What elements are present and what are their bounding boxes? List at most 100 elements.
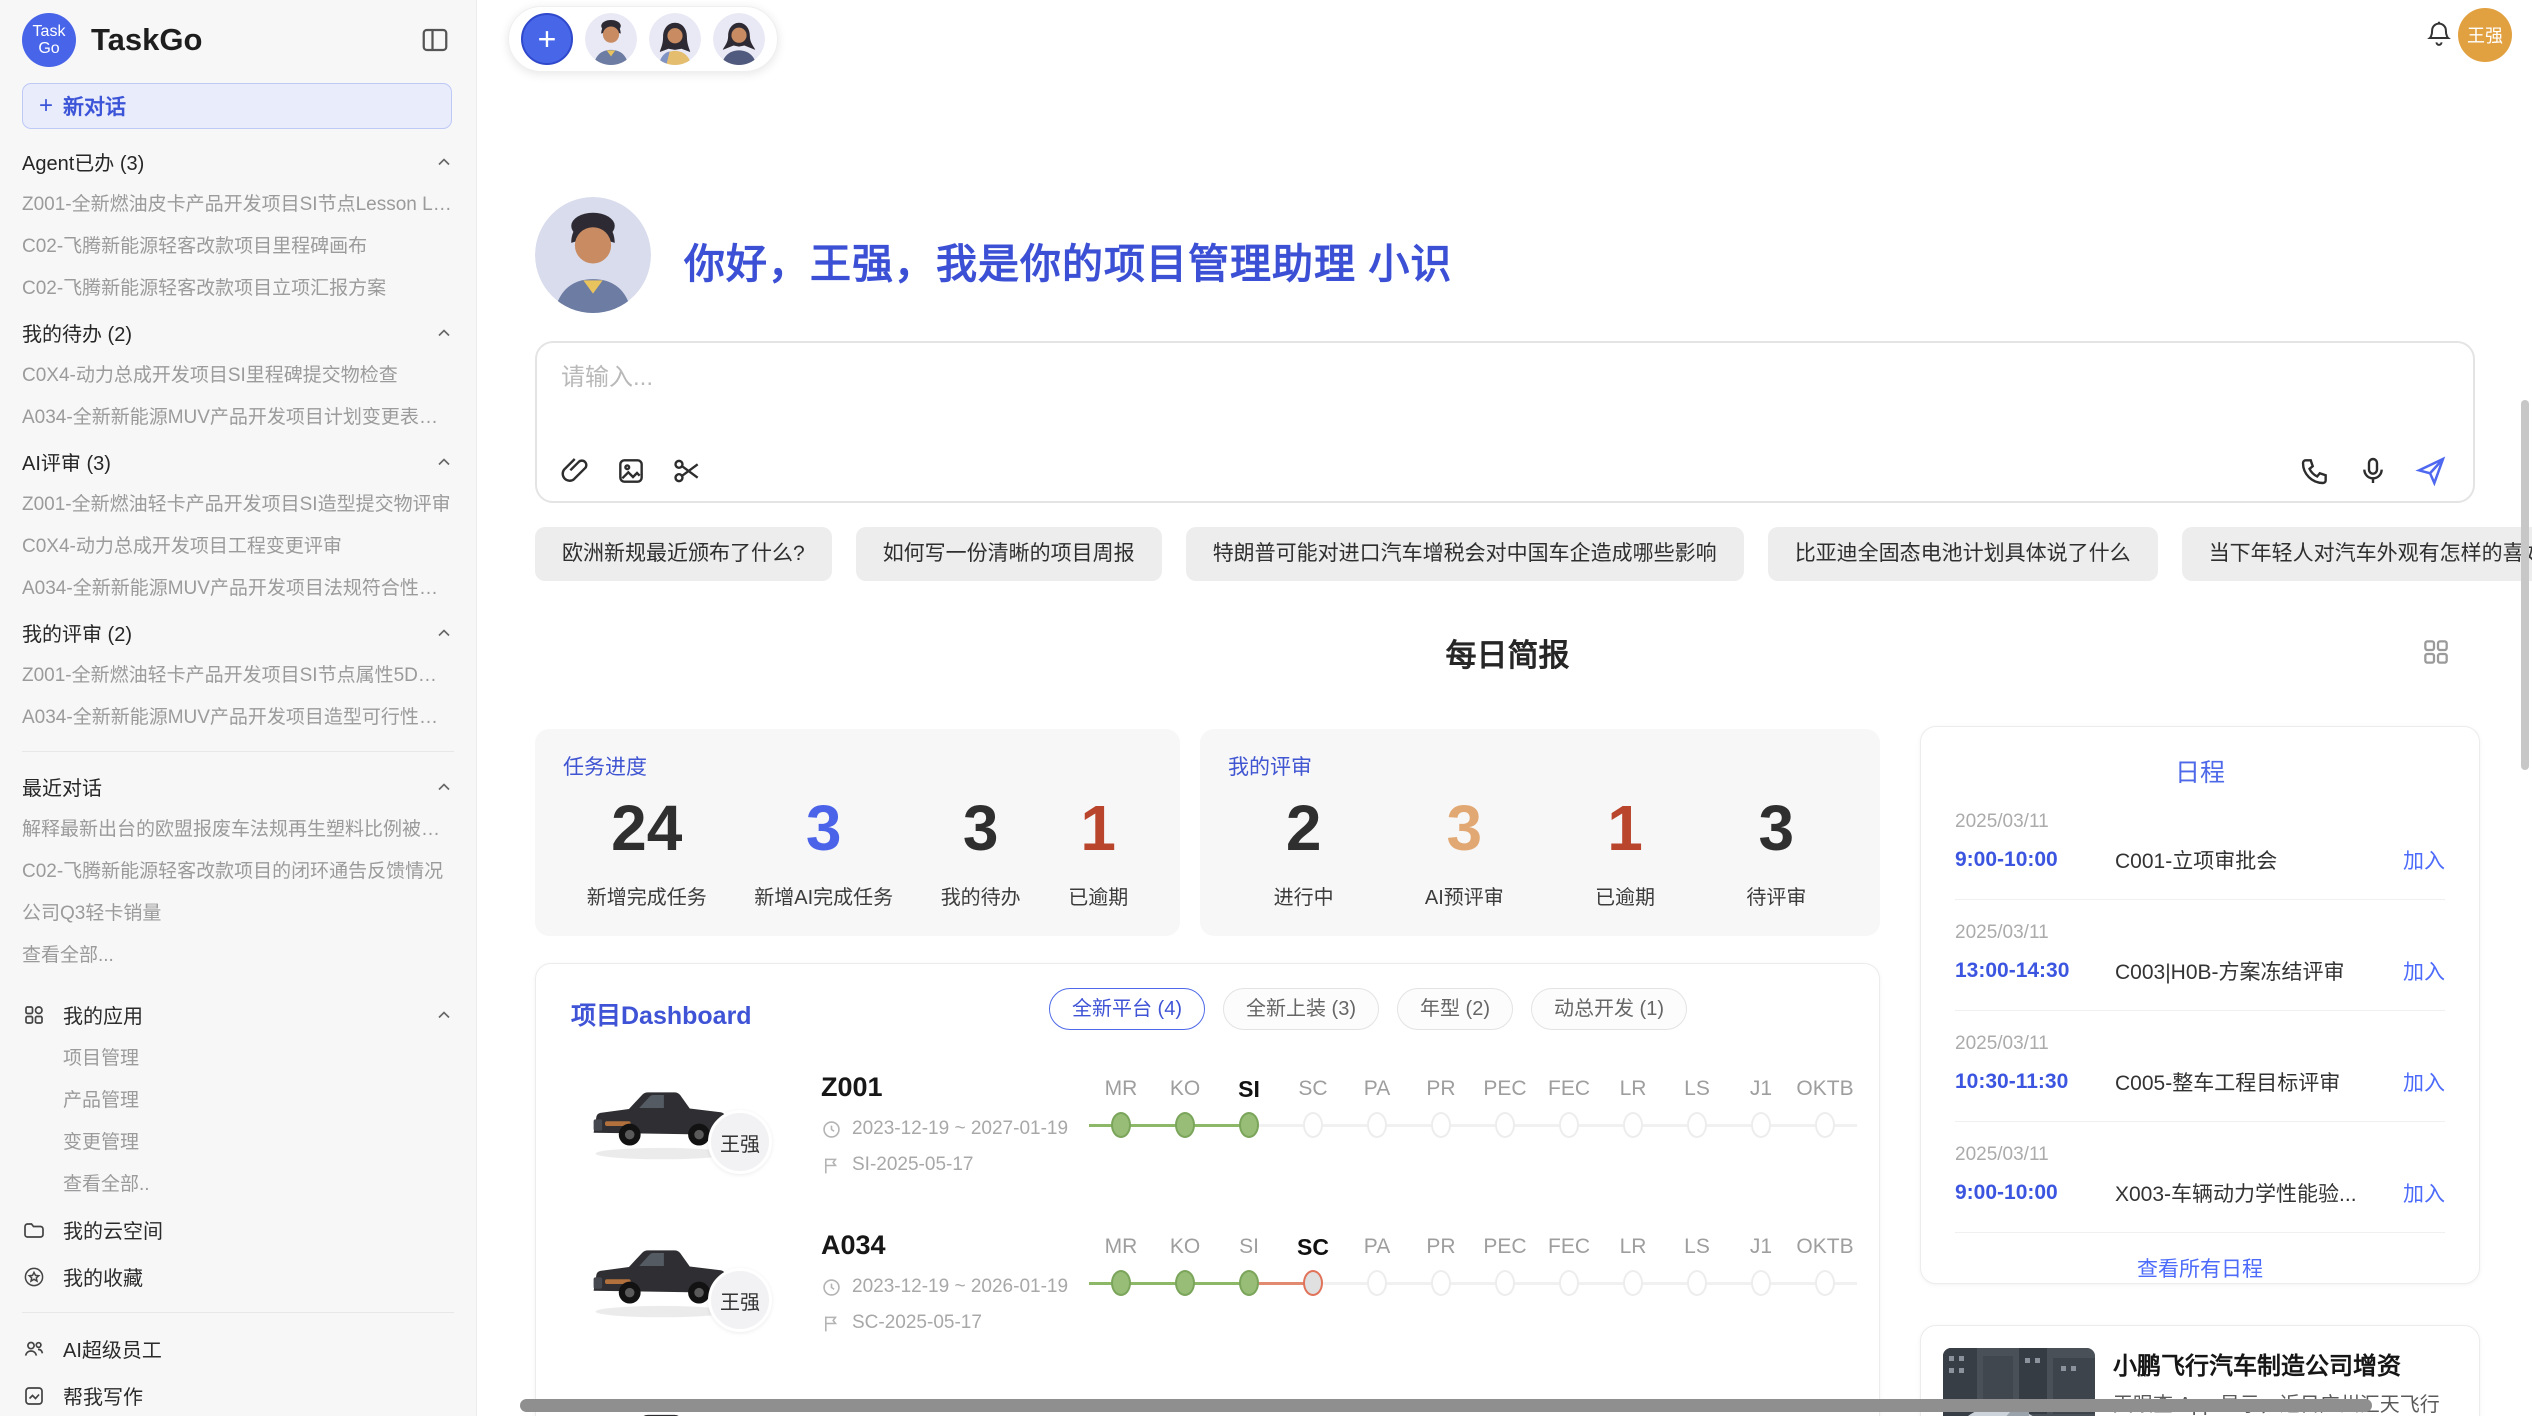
scissors-icon[interactable]	[671, 455, 703, 487]
section-header[interactable]: 我的待办 (2)	[22, 310, 454, 355]
agent-avatar-2[interactable]	[649, 13, 701, 65]
sidebar-item-help-write[interactable]: 帮我写作	[22, 1372, 454, 1416]
add-agent-button[interactable]: +	[521, 13, 573, 65]
recent-chat-item[interactable]: 解释最新出台的欧盟报废车法规再生塑料比例被调至15%...	[22, 809, 454, 851]
sidebar-task-item[interactable]: A034-全新新能源MUV产品开发项目计划变更表编写	[22, 397, 454, 439]
section-items: Z001-全新燃油轻卡产品开发项目SI节点属性5D文件评审A034-全新新能源M…	[22, 655, 454, 739]
microphone-icon[interactable]	[2357, 455, 2389, 487]
stat-row: 24 新增完成任务 3 新增AI完成任务 3 我的待办	[563, 791, 1152, 910]
app-item[interactable]: 查看全部..	[63, 1164, 454, 1206]
suggestion-chip[interactable]: 如何写一份清晰的项目周报	[856, 527, 1162, 581]
schedule-event-title: C005-整车工程目标评审	[2115, 1067, 2403, 1097]
milestone-node	[1217, 1268, 1281, 1298]
help-write-label: 帮我写作	[63, 1381, 454, 1410]
sidebar-task-item[interactable]: Z001-全新燃油轻卡产品开发项目SI造型提交物评审	[22, 484, 454, 526]
milestone: J1	[1729, 1072, 1793, 1140]
suggestion-chip[interactable]: 欧洲新规最近颁布了什么?	[535, 527, 832, 581]
schedule-time: 13:00-14:30	[1955, 959, 2115, 983]
plus-icon: +	[39, 92, 53, 120]
phone-call-icon[interactable]	[2299, 455, 2331, 487]
project-flag-milestone: SC-2025-05-17	[852, 1312, 982, 1334]
stat-card: 任务进度 24 新增完成任务 3 新增AI完成任务	[535, 729, 1180, 936]
stat-label: 进行中	[1274, 881, 1334, 910]
recent-chat-item[interactable]: C02-飞腾新能源轻客改款项目的闭环通告反馈情况	[22, 851, 454, 893]
collapse-sidebar-icon[interactable]	[420, 25, 450, 55]
milestone-node	[1729, 1268, 1793, 1298]
recent-chat-item[interactable]: 公司Q3轻卡销量	[22, 893, 454, 935]
schedule-date: 2025/03/11	[1955, 922, 2445, 944]
sidebar-task-item[interactable]: C0X4-动力总成开发项目SI里程碑提交物检查	[22, 355, 454, 397]
stat-row: 2 进行中 3 AI预评审 1 已逾期	[1228, 791, 1852, 910]
milestone-label: KO	[1153, 1230, 1217, 1268]
new-chat-button[interactable]: + 新对话	[22, 83, 452, 129]
project-list: 王强 Z001 2023-12-19 ~ 2027-01-19 SI-2025-	[536, 1064, 1879, 1380]
app: Task Go TaskGo + 新对话 Agent已办 (3)	[0, 0, 2532, 1416]
app-item[interactable]: 产品管理	[63, 1080, 454, 1122]
recent-chats-header[interactable]: 最近对话	[22, 764, 454, 809]
app-item[interactable]: 项目管理	[63, 1038, 454, 1080]
section-items: Z001-全新燃油轻卡产品开发项目SI造型提交物评审C0X4-动力总成开发项目工…	[22, 484, 454, 610]
agent-avatar-1[interactable]	[585, 13, 637, 65]
sidebar-task-item[interactable]: Z001-全新燃油轻卡产品开发项目SI节点属性5D文件评审	[22, 655, 454, 697]
recent-chats-title: 最近对话	[22, 772, 434, 801]
milestone-label: SC	[1281, 1072, 1345, 1110]
my-apps-header[interactable]: 我的应用	[22, 991, 454, 1038]
sidebar-task-item[interactable]: C02-飞腾新能源轻客改款项目里程碑画布	[22, 226, 454, 268]
section-header[interactable]: 我的评审 (2)	[22, 610, 454, 655]
dashboard-tab[interactable]: 全新平台 (4)	[1049, 988, 1205, 1030]
sidebar-task-item[interactable]: A034-全新新能源MUV产品开发项目法规符合性评审	[22, 568, 454, 610]
section-header[interactable]: AI评审 (3)	[22, 439, 454, 484]
app-item[interactable]: 变更管理	[63, 1122, 454, 1164]
suggestion-chip[interactable]: 特朗普可能对进口汽车增税会对中国车企造成哪些影响	[1186, 527, 1744, 581]
sidebar-task-item[interactable]: A034-全新新能源MUV产品开发项目造型可行性评审	[22, 697, 454, 739]
milestone-dot	[1623, 1112, 1643, 1138]
stat-label: AI预评审	[1425, 881, 1504, 910]
horizontal-scrollbar[interactable]	[520, 1399, 2372, 1412]
milestone-dot	[1431, 1112, 1451, 1138]
layout-grid-icon[interactable]	[2420, 636, 2452, 668]
join-link[interactable]: 加入	[2403, 1178, 2445, 1208]
sidebar-item-ai-staff[interactable]: AI超级员工	[22, 1325, 454, 1372]
dashboard-tab[interactable]: 全新上装 (3)	[1223, 988, 1379, 1030]
user-avatar[interactable]: 王强	[2458, 8, 2512, 62]
view-all-schedule-link[interactable]: 查看所有日程	[1921, 1253, 2479, 1283]
milestone-label: FEC	[1537, 1072, 1601, 1110]
sidebar-task-item[interactable]: Z001-全新燃油皮卡产品开发项目SI节点Lesson Learn报告	[22, 184, 454, 226]
join-link[interactable]: 加入	[2403, 956, 2445, 986]
recent-chat-item[interactable]: 查看全部...	[22, 935, 454, 977]
suggestion-chip[interactable]: 当下年轻人对汽车外观有怎样的喜好趋势	[2182, 527, 2532, 581]
stat-value: 3	[1746, 791, 1806, 865]
section-header[interactable]: Agent已办 (3)	[22, 139, 454, 184]
sidebar-task-item[interactable]: C0X4-动力总成开发项目工程变更评审	[22, 526, 454, 568]
sidebar-task-item[interactable]: C02-飞腾新能源轻客改款项目立项汇报方案	[22, 268, 454, 310]
milestone-label: PA	[1345, 1072, 1409, 1110]
dashboard-tab[interactable]: 年型 (2)	[1397, 988, 1513, 1030]
stat-label: 待评审	[1746, 881, 1806, 910]
image-icon[interactable]	[615, 455, 647, 487]
project-flag-row: SI-2025-05-17	[821, 1154, 973, 1176]
agent-avatar-3[interactable]	[713, 13, 765, 65]
project-row[interactable]: 王强 A034 2023-12-19 ~ 2026-01-19 SC-2025-	[536, 1222, 1879, 1380]
chat-input[interactable]	[559, 363, 1963, 393]
new-chat-label: 新对话	[63, 91, 126, 121]
sidebar-item-favorites[interactable]: 我的收藏	[22, 1253, 454, 1300]
join-link[interactable]: 加入	[2403, 845, 2445, 875]
schedule-time: 9:00-10:00	[1955, 848, 2115, 872]
project-dates: 2023-12-19 ~ 2026-01-19	[852, 1276, 1068, 1298]
suggestion-chip[interactable]: 比亚迪全固态电池计划具体说了什么	[1768, 527, 2158, 581]
owner-name: 王强	[720, 1286, 760, 1315]
stat: 2 进行中	[1274, 791, 1334, 910]
sidebar-item-cloud-space[interactable]: 我的云空间	[22, 1206, 454, 1253]
milestone-dot	[1111, 1112, 1131, 1138]
join-link[interactable]: 加入	[2403, 1067, 2445, 1097]
milestone-label: SI	[1217, 1072, 1281, 1110]
attach-icon[interactable]	[559, 455, 591, 487]
vertical-scrollbar[interactable]	[2521, 400, 2529, 770]
project-row[interactable]: 王强 Z001 2023-12-19 ~ 2027-01-19 SI-2025-	[536, 1064, 1879, 1222]
dashboard-tab[interactable]: 动总开发 (1)	[1531, 988, 1687, 1030]
milestone-node	[1153, 1268, 1217, 1298]
send-icon[interactable]	[2415, 455, 2447, 487]
notifications-bell-icon[interactable]	[2424, 18, 2454, 50]
milestone: MR	[1089, 1072, 1153, 1140]
milestone-node	[1601, 1268, 1665, 1298]
